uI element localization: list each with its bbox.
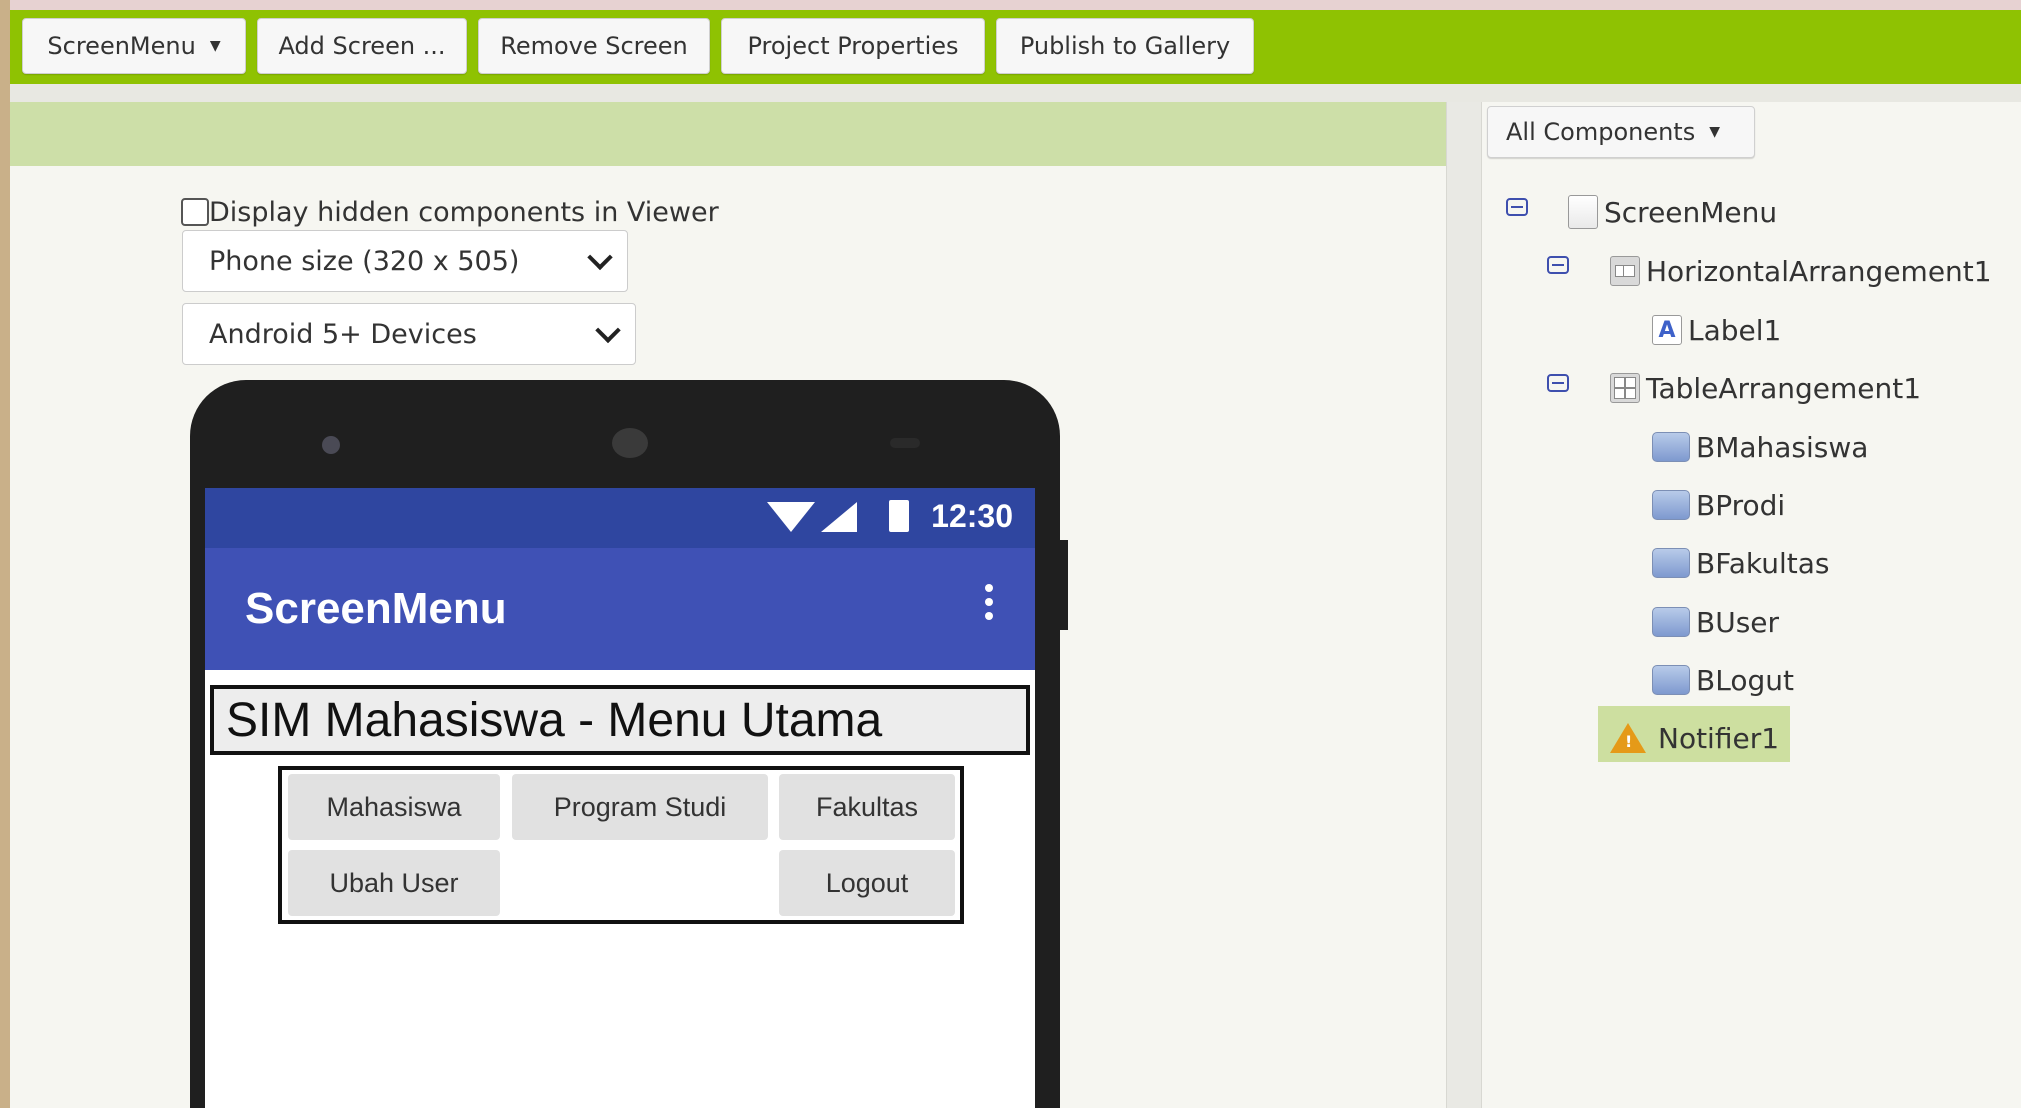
- mahasiswa-button[interactable]: Mahasiswa: [288, 774, 500, 840]
- button-icon: [1652, 432, 1690, 462]
- remove-screen-button[interactable]: Remove Screen: [478, 18, 710, 74]
- phone-screen: 12:30 ScreenMenu SIM Mahasiswa - Menu Ut…: [205, 488, 1035, 1108]
- hidden-components-row: Display hidden components in Viewer: [181, 194, 719, 230]
- button-icon: [1652, 665, 1690, 695]
- fakultas-button[interactable]: Fakultas: [779, 774, 955, 840]
- signal-icon: [821, 502, 857, 532]
- android-version-select[interactable]: Android 5+ Devices: [182, 303, 636, 365]
- chevron-down-icon: [587, 244, 613, 271]
- tree-item-label: Label1: [1688, 313, 1782, 347]
- screen-menu-dropdown[interactable]: ScreenMenu ▼: [22, 18, 246, 74]
- label1-component[interactable]: SIM Mahasiswa - Menu Utama: [210, 685, 1030, 755]
- tree-item-horizontalarrangement1[interactable]: HorizontalArrangement1: [1610, 249, 1992, 293]
- hidden-components-checkbox[interactable]: [181, 198, 209, 226]
- tree-item-label: BLogut: [1696, 663, 1794, 697]
- battery-icon: [889, 500, 909, 532]
- screen-icon: [1568, 195, 1598, 229]
- publish-gallery-button[interactable]: Publish to Gallery: [996, 18, 1254, 74]
- chevron-down-icon: [595, 317, 621, 344]
- status-clock: 12:30: [931, 498, 1013, 534]
- toolbar-separator: [10, 84, 2021, 102]
- ubah-user-button[interactable]: Ubah User: [288, 850, 500, 916]
- tree-item-bmahasiswa[interactable]: BMahasiswa: [1652, 425, 1868, 469]
- tree-item-tablearrangement1[interactable]: TableArrangement1: [1610, 366, 1921, 410]
- tree-item-label: BFakultas: [1696, 546, 1830, 580]
- collapse-icon[interactable]: [1547, 256, 1569, 274]
- designer-toolbar: ScreenMenu ▼ Add Screen ... Remove Scree…: [10, 10, 2021, 84]
- proximity-sensor: [890, 438, 920, 448]
- project-properties-button[interactable]: Project Properties: [721, 18, 985, 74]
- tree-item-label: ScreenMenu: [1604, 195, 1778, 229]
- side-button: [1058, 540, 1068, 630]
- tree-item-label: HorizontalArrangement1: [1646, 254, 1992, 288]
- tree-item-label: BProdi: [1696, 488, 1786, 522]
- all-components-dropdown[interactable]: All Components ▼: [1487, 106, 1755, 158]
- phone-mockup: 12:30 ScreenMenu SIM Mahasiswa - Menu Ut…: [190, 380, 1068, 1108]
- hidden-components-label: Display hidden components in Viewer: [209, 196, 719, 228]
- app-bar: ScreenMenu: [205, 548, 1035, 670]
- button-icon: [1652, 490, 1690, 520]
- logout-button[interactable]: Logout: [779, 850, 955, 916]
- table-arrangement[interactable]: Mahasiswa Program Studi Fakultas Ubah Us…: [278, 766, 964, 924]
- app-title: ScreenMenu: [245, 584, 507, 633]
- tree-item-screenmenu[interactable]: ScreenMenu: [1568, 190, 1777, 234]
- android-version-value: Android 5+ Devices: [209, 318, 477, 350]
- caret-down-icon: ▼: [209, 38, 221, 54]
- button-icon: [1652, 607, 1690, 637]
- add-screen-button[interactable]: Add Screen ...: [257, 18, 467, 74]
- front-camera: [322, 436, 340, 454]
- label-icon: A: [1652, 315, 1682, 345]
- status-bar: 12:30: [205, 488, 1035, 548]
- tree-item-label: Notifier1: [1658, 721, 1780, 755]
- panel-splitter[interactable]: [1446, 102, 1482, 1108]
- tree-item-buser[interactable]: BUser: [1652, 600, 1779, 644]
- label1-text: SIM Mahasiswa - Menu Utama: [226, 693, 883, 747]
- tree-item-bprodi[interactable]: BProdi: [1652, 483, 1785, 527]
- caret-down-icon: ▼: [1709, 124, 1721, 140]
- tree-item-label: TableArrangement1: [1646, 371, 1922, 405]
- program-studi-button[interactable]: Program Studi: [512, 774, 768, 840]
- earpiece-speaker: [612, 428, 648, 458]
- table-arrangement-icon: [1610, 373, 1640, 403]
- tree-item-blogut[interactable]: BLogut: [1652, 658, 1794, 702]
- tree-item-label: BMahasiswa: [1696, 430, 1869, 464]
- collapse-icon[interactable]: [1547, 374, 1569, 392]
- wifi-icon: [767, 502, 815, 532]
- overflow-menu-icon[interactable]: [985, 584, 993, 626]
- screen-menu-label: ScreenMenu: [47, 32, 196, 60]
- warning-icon: !: [1610, 723, 1646, 753]
- collapse-icon[interactable]: [1506, 198, 1528, 216]
- phone-size-value: Phone size (320 x 505): [209, 245, 520, 277]
- all-components-label: All Components: [1506, 118, 1696, 146]
- viewer-header: [10, 102, 1446, 166]
- tree-item-notifier1[interactable]: ! Notifier1: [1610, 716, 1779, 760]
- tree-item-label: BUser: [1696, 605, 1780, 639]
- button-icon: [1652, 548, 1690, 578]
- tree-item-label1[interactable]: A Label1: [1652, 308, 1781, 352]
- app-window: ScreenMenu ▼ Add Screen ... Remove Scree…: [10, 0, 2021, 1108]
- tree-item-bfakultas[interactable]: BFakultas: [1652, 541, 1830, 585]
- phone-size-select[interactable]: Phone size (320 x 505): [182, 230, 628, 292]
- horizontal-arrangement-icon: [1610, 256, 1640, 286]
